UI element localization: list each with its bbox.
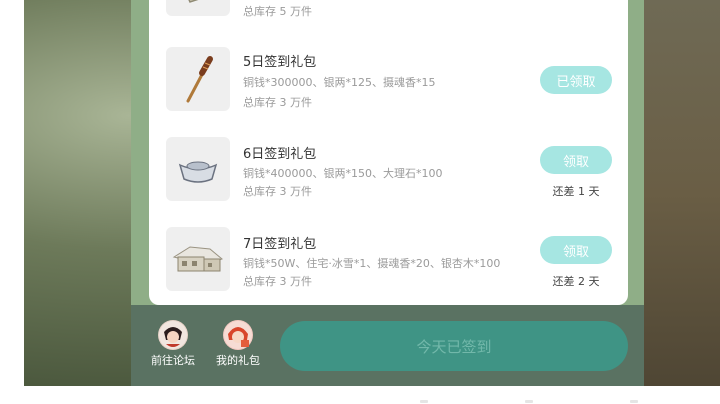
reward-thumbnail	[166, 137, 230, 201]
reward-row: 总库存 5 万件	[149, 0, 628, 46]
reward-stock: 总库存 3 万件	[243, 275, 312, 288]
game-background-right	[640, 0, 720, 386]
reward-row: 6日签到礼包 铜钱*400000、银两*150、大理石*100 总库存 3 万件…	[149, 132, 628, 218]
silver-ingot-icon	[178, 161, 218, 183]
reward-row: 5日签到礼包 铜钱*300000、银两*125、摄魂香*15 总库存 3 万件 …	[149, 42, 628, 128]
divider	[420, 400, 428, 403]
days-remaining: 还差 2 天	[552, 275, 600, 288]
reward-title: 7日签到礼包	[243, 237, 317, 252]
reward-title: 5日签到礼包	[243, 55, 317, 70]
reward-thumbnail	[166, 0, 230, 16]
scroll-icon	[188, 0, 199, 3]
reward-thumbnail	[166, 47, 230, 111]
bottom-bar: 前往论坛 我的礼包 今天已签到	[131, 305, 644, 386]
days-remaining: 还差 1 天	[552, 185, 600, 198]
forum-button[interactable]: 前往论坛	[143, 320, 203, 368]
divider	[525, 400, 533, 403]
incense-stick-icon	[186, 56, 213, 103]
reward-stock: 总库存 5 万件	[243, 5, 312, 18]
divider	[630, 400, 638, 403]
gift-avatar-icon	[223, 320, 253, 350]
reward-list[interactable]: 总库存 5 万件 5日签到礼包 铜钱*300000、银两*125、摄魂香*15 …	[149, 0, 628, 305]
reward-stock: 总库存 3 万件	[243, 96, 312, 109]
reward-row: 7日签到礼包 铜钱*50W、住宅·冰雪*1、摄魂香*20、银杏木*100 总库存…	[149, 222, 628, 305]
reward-description: 铜钱*300000、银两*125、摄魂香*15	[243, 76, 436, 89]
forum-avatar-icon	[158, 320, 188, 350]
reward-title: 6日签到礼包	[243, 147, 317, 162]
page-bottom-strip	[0, 386, 720, 404]
forum-label: 前往论坛	[151, 354, 195, 367]
signed-today-button[interactable]: 今天已签到	[280, 321, 628, 371]
reward-description: 铜钱*50W、住宅·冰雪*1、摄魂香*20、银杏木*100	[243, 257, 501, 270]
claim-button[interactable]: 领取	[540, 236, 612, 264]
my-gifts-label: 我的礼包	[216, 354, 260, 367]
reward-thumbnail	[166, 227, 230, 291]
claimed-button[interactable]: 已领取	[540, 66, 612, 94]
reward-description: 铜钱*400000、银两*150、大理石*100	[243, 167, 443, 180]
snow-house-icon	[172, 246, 223, 272]
my-gifts-button[interactable]: 我的礼包	[208, 320, 268, 368]
reward-stock: 总库存 3 万件	[243, 185, 312, 198]
claim-button[interactable]: 领取	[540, 146, 612, 174]
